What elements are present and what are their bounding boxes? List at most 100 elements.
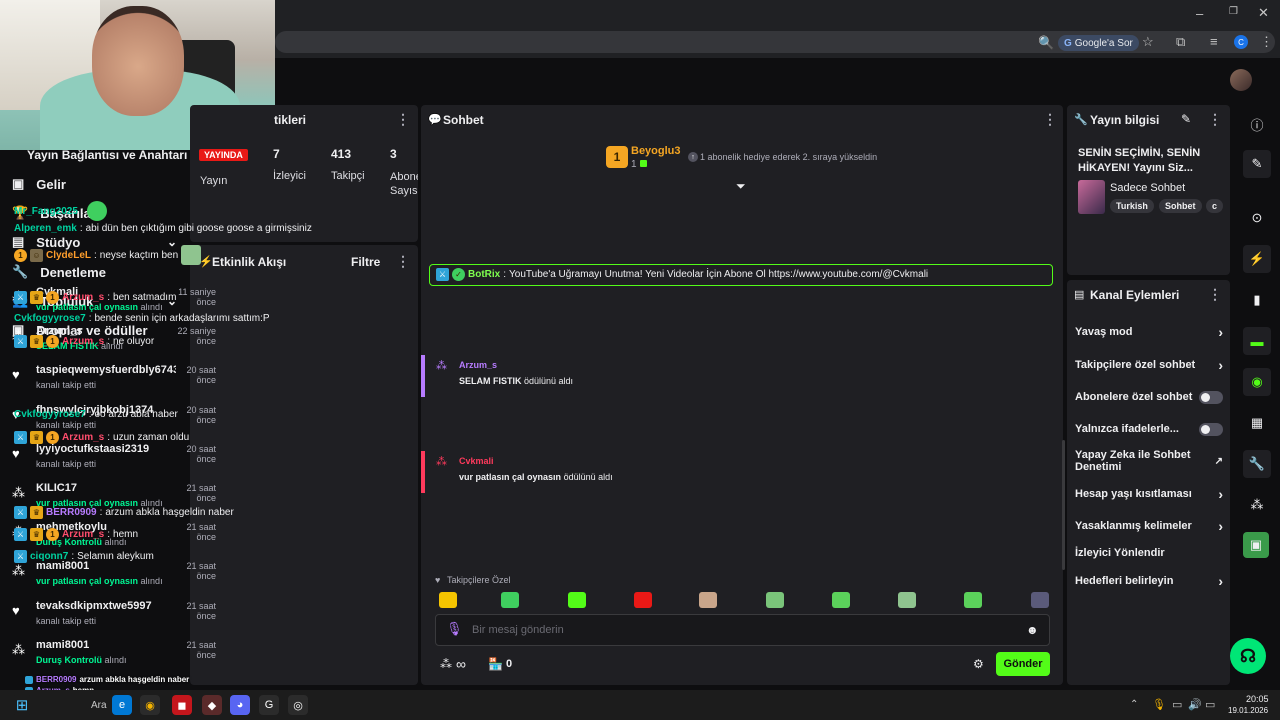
- emote-icon[interactable]: [634, 592, 652, 608]
- lightning-icon[interactable]: ⚡: [1243, 245, 1271, 273]
- feed-filter-button[interactable]: Filtre: [351, 255, 380, 269]
- sidebar-item-denetleme[interactable]: 🔧 Denetleme: [12, 264, 177, 280]
- minimize-icon[interactable]: –: [1196, 6, 1203, 21]
- settings-gear-icon[interactable]: ⚙: [973, 657, 984, 671]
- emote-icon[interactable]: [964, 592, 982, 608]
- restore-icon[interactable]: ❐: [1229, 6, 1238, 17]
- google-ask-chip[interactable]: G Google'a Sor: [1058, 35, 1139, 51]
- network-icon[interactable]: ▭: [1172, 698, 1182, 711]
- chat-username[interactable]: Arzum_s: [62, 529, 104, 540]
- emote-icon[interactable]: [766, 592, 784, 608]
- tray-chevron-icon[interactable]: ⌃: [1130, 699, 1138, 710]
- emote-icon[interactable]: [568, 592, 586, 608]
- feed-item-time: 21 saat önce: [186, 483, 216, 503]
- action-3[interactable]: Abonelere özel sohbet: [1075, 390, 1223, 404]
- extensions-icon[interactable]: ⧉: [1176, 34, 1185, 50]
- emote-icon[interactable]: [832, 592, 850, 608]
- volume-icon[interactable]: 🔊: [1188, 698, 1202, 711]
- menu-icon[interactable]: ⋮: [1260, 34, 1273, 50]
- drops-icon[interactable]: ⁂: [440, 657, 452, 671]
- category-thumbnail[interactable]: [1078, 180, 1105, 214]
- game-icon[interactable]: ▣: [1243, 532, 1269, 558]
- edit-pencil-icon[interactable]: ✎: [1243, 150, 1271, 178]
- microphone-icon[interactable]: 🎙: [1152, 698, 1166, 711]
- action-2[interactable]: Takipçilere özel sohbet ›: [1075, 357, 1223, 373]
- tab-search-icon[interactable]: ≡: [1210, 34, 1218, 49]
- chat-username[interactable]: Arzum_s: [62, 432, 104, 443]
- action-6[interactable]: Hesap yaşı kısıtlaması ›: [1075, 486, 1223, 502]
- tag-partial[interactable]: c: [1206, 199, 1223, 213]
- avatar[interactable]: [1230, 69, 1252, 91]
- info-icon[interactable]: ⓘ: [1243, 110, 1271, 138]
- microphone-icon[interactable]: 🎙: [446, 621, 463, 637]
- support-headset-icon[interactable]: ☊: [1230, 638, 1266, 674]
- emote-icon[interactable]: [1031, 592, 1049, 608]
- chat-username[interactable]: Alperen_emk: [14, 223, 77, 234]
- action-7[interactable]: Yasaklanmış kelimeler ›: [1075, 518, 1223, 534]
- chat-username[interactable]: Cvkmali: [459, 456, 494, 466]
- windows-start-icon[interactable]: ⊞: [12, 695, 32, 715]
- emote-icon[interactable]: [699, 592, 717, 608]
- chrome-icon[interactable]: ◉: [140, 695, 160, 715]
- store-icon[interactable]: 🏪: [488, 657, 503, 671]
- more-options-icon[interactable]: ⋮: [396, 111, 410, 128]
- more-options-icon[interactable]: ⋮: [1208, 111, 1222, 128]
- chat-username[interactable]: Cvkfogyyrose7: [14, 313, 86, 324]
- chat-username[interactable]: Arzum_s: [62, 336, 104, 347]
- app-icon[interactable]: ◼: [172, 695, 192, 715]
- toggle-switch[interactable]: [1199, 390, 1223, 404]
- broadcast-icon[interactable]: ◉: [1243, 368, 1271, 396]
- emoji-icon[interactable]: ☻: [1026, 623, 1039, 637]
- action-4[interactable]: Yalnızca ifadelerle...: [1075, 422, 1223, 436]
- chat-text: hemn: [113, 529, 139, 540]
- game-icon[interactable]: ◆: [202, 695, 222, 715]
- zoom-icon[interactable]: 🔍: [1038, 35, 1054, 51]
- layout-icon[interactable]: ▦: [1243, 409, 1271, 437]
- clock-time[interactable]: 20:05: [1246, 694, 1269, 704]
- chat-username[interactable]: Arzum_s: [62, 292, 104, 303]
- more-options-icon[interactable]: ⋮: [1043, 111, 1057, 128]
- battery-icon[interactable]: ▭: [1205, 698, 1215, 711]
- taskbar-search-label[interactable]: Ara: [91, 700, 107, 711]
- profile-icon[interactable]: C: [1234, 35, 1248, 49]
- category-name[interactable]: Sadece Sohbet: [1110, 182, 1185, 194]
- emote-icon[interactable]: [501, 592, 519, 608]
- chat-username[interactable]: BotRix: [468, 269, 500, 280]
- chat-username[interactable]: ClydeLeL: [46, 250, 91, 261]
- obs-icon[interactable]: ◎: [288, 695, 308, 715]
- clock-date[interactable]: 19.01.2026: [1228, 706, 1268, 715]
- chat-bubble-icon[interactable]: ▬: [1243, 327, 1271, 355]
- wrench-icon[interactable]: 🔧: [1243, 450, 1271, 478]
- chat-username[interactable]: BERR0909: [46, 507, 97, 518]
- action-8[interactable]: İzleyici Yönlendir: [1075, 546, 1223, 560]
- collapse-icon[interactable]: ⏷: [736, 179, 746, 194]
- discord-icon[interactable]: ◕: [230, 695, 250, 715]
- chat-username[interactable]: Mr_Fang2025: [14, 206, 78, 217]
- send-button[interactable]: Gönder: [996, 652, 1050, 676]
- chat-username[interactable]: Arzum_s: [459, 360, 497, 370]
- emote-icon[interactable]: [898, 592, 916, 608]
- toggle-switch[interactable]: [1199, 422, 1223, 436]
- chat-username[interactable]: ciqonn7: [30, 551, 68, 562]
- action-1[interactable]: Yavaş mod ›: [1075, 324, 1223, 340]
- redeem-suffix: ödülünü aldı: [524, 376, 574, 386]
- drops-icon[interactable]: ⁂: [1243, 491, 1271, 519]
- tag-sohbet[interactable]: Sohbet: [1159, 199, 1202, 213]
- camera-icon[interactable]: ⊙: [1243, 204, 1271, 232]
- tag-turkish[interactable]: Turkish: [1110, 199, 1154, 213]
- more-options-icon[interactable]: ⋮: [1208, 286, 1222, 303]
- sidebar-item-stream-key[interactable]: Yayın Bağlantısı ve Anahtarı: [27, 148, 187, 162]
- chat-username[interactable]: Cvkfogyyrose7: [14, 409, 86, 420]
- sidebar-item-gelir[interactable]: ▣ Gelir: [12, 176, 177, 192]
- more-options-icon[interactable]: ⋮: [396, 253, 410, 270]
- chat-scrollbar[interactable]: [1062, 440, 1065, 570]
- close-window-icon[interactable]: ✕: [1258, 5, 1269, 21]
- edge-icon[interactable]: e: [112, 695, 132, 715]
- app-icon[interactable]: G: [259, 695, 279, 715]
- action-9[interactable]: Hedefleri belirleyin ›: [1075, 573, 1223, 589]
- bookmark-star-icon[interactable]: ☆: [1142, 34, 1154, 50]
- action-5[interactable]: Yapay Zeka ile Sohbet Denetimi ↗: [1075, 447, 1223, 475]
- emote-icon[interactable]: [439, 592, 457, 608]
- edit-pencil-icon[interactable]: ✎: [1181, 112, 1191, 126]
- document-icon[interactable]: ▮: [1243, 286, 1271, 314]
